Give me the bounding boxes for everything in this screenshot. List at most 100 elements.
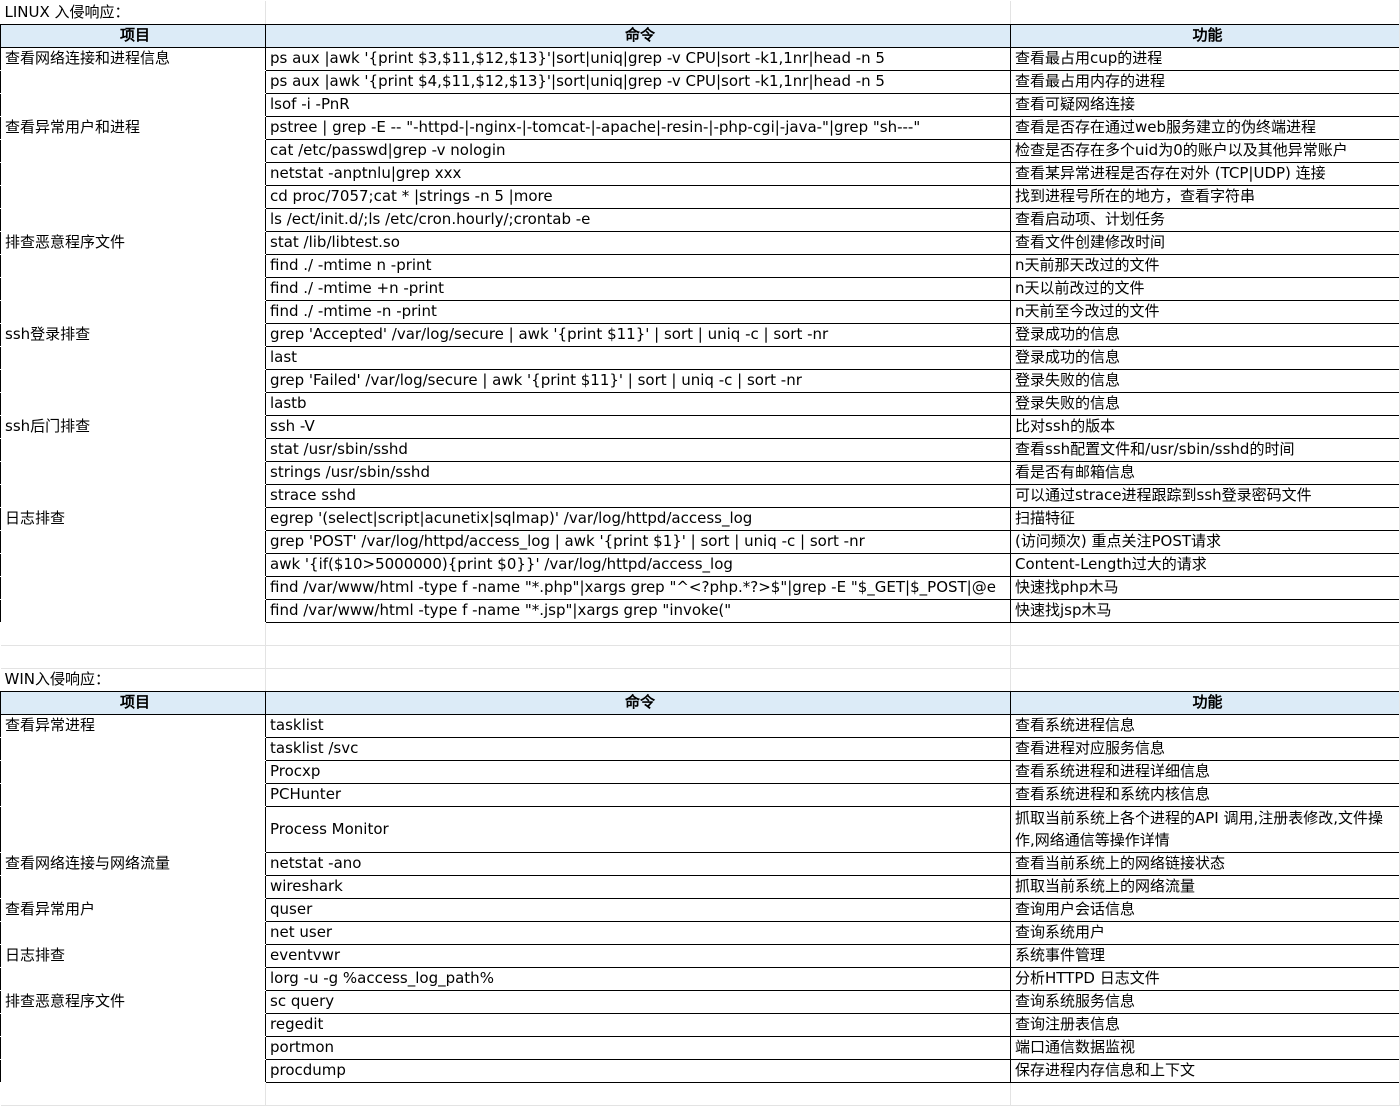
item-cell bbox=[1, 162, 266, 185]
table-row: grep 'POST' /var/log/httpd/access_log | … bbox=[1, 530, 1400, 553]
item-cell bbox=[1, 530, 266, 553]
item-cell bbox=[1, 300, 266, 323]
function-cell: Content-Length过大的请求 bbox=[1011, 553, 1400, 576]
table-row: ssh登录排查grep 'Accepted' /var/log/secure |… bbox=[1, 323, 1400, 346]
function-cell: 查看最占用内存的进程 bbox=[1011, 70, 1400, 93]
table-row: find ./ -mtime -n -printn天前至今改过的文件 bbox=[1, 300, 1400, 323]
table-row: lastb登录失败的信息 bbox=[1, 392, 1400, 415]
item-cell bbox=[1, 783, 266, 806]
command-cell: cd proc/7057;cat * |strings -n 5 |more bbox=[266, 185, 1011, 208]
win-section-title: WIN入侵响应： bbox=[1, 668, 266, 691]
item-cell: 排查恶意程序文件 bbox=[1, 231, 266, 254]
item-cell bbox=[1, 576, 266, 599]
command-cell: stat /usr/sbin/sshd bbox=[266, 438, 1011, 461]
header-command: 命令 bbox=[266, 691, 1011, 714]
function-cell: 查看最占用cup的进程 bbox=[1011, 47, 1400, 70]
command-cell: ssh -V bbox=[266, 415, 1011, 438]
table-row: last登录成功的信息 bbox=[1, 346, 1400, 369]
empty-row bbox=[1, 622, 1400, 645]
table-row: ls /ect/init.d/;ls /etc/cron.hourly/;cro… bbox=[1, 208, 1400, 231]
function-cell: 找到进程号所在的地方，查看字符串 bbox=[1011, 185, 1400, 208]
table-row: strace sshd可以通过strace进程跟踪到ssh登录密码文件 bbox=[1, 484, 1400, 507]
function-cell: (访问频次) 重点关注POST请求 bbox=[1011, 530, 1400, 553]
function-cell: 登录成功的信息 bbox=[1011, 346, 1400, 369]
item-cell: 日志排查 bbox=[1, 944, 266, 967]
item-cell bbox=[1, 392, 266, 415]
command-cell: find /var/www/html -type f -name "*.php"… bbox=[266, 576, 1011, 599]
table-row: net user查询系统用户 bbox=[1, 921, 1400, 944]
command-cell: lastb bbox=[266, 392, 1011, 415]
item-cell bbox=[1, 346, 266, 369]
function-cell: 查看系统进程信息 bbox=[1011, 714, 1400, 737]
command-cell: netstat -anptnlu|grep xxx bbox=[266, 162, 1011, 185]
table-row: tasklist /svc查看进程对应服务信息 bbox=[1, 737, 1400, 760]
header-item: 项目 bbox=[1, 24, 266, 47]
item-cell bbox=[1, 760, 266, 783]
function-cell: 分析HTTPD 日志文件 bbox=[1011, 967, 1400, 990]
win-table: WIN入侵响应： 项目 命令 功能 查看异常进程tasklist查看系统进程信息… bbox=[0, 668, 1400, 1106]
table-row: 查看异常进程tasklist查看系统进程信息 bbox=[1, 714, 1400, 737]
function-cell: 登录成功的信息 bbox=[1011, 323, 1400, 346]
item-cell bbox=[1, 438, 266, 461]
table-row: find /var/www/html -type f -name "*.jsp"… bbox=[1, 599, 1400, 622]
function-cell: 系统事件管理 bbox=[1011, 944, 1400, 967]
function-cell: n天前那天改过的文件 bbox=[1011, 254, 1400, 277]
item-cell: 查看网络连接与网络流量 bbox=[1, 852, 266, 875]
command-cell: portmon bbox=[266, 1036, 1011, 1059]
function-cell: 登录失败的信息 bbox=[1011, 392, 1400, 415]
item-cell bbox=[1, 185, 266, 208]
item-cell: 查看网络连接和进程信息 bbox=[1, 47, 266, 70]
table-row: find /var/www/html -type f -name "*.php"… bbox=[1, 576, 1400, 599]
command-cell: pstree | grep -E -- "-httpd-|-nginx-|-to… bbox=[266, 116, 1011, 139]
item-cell bbox=[1, 599, 266, 622]
command-cell: last bbox=[266, 346, 1011, 369]
command-cell: egrep '(select|script|acunetix|sqlmap)' … bbox=[266, 507, 1011, 530]
item-cell: 查看异常用户和进程 bbox=[1, 116, 266, 139]
command-cell: wireshark bbox=[266, 875, 1011, 898]
function-cell: 看是否有邮箱信息 bbox=[1011, 461, 1400, 484]
function-cell: 可以通过strace进程跟踪到ssh登录密码文件 bbox=[1011, 484, 1400, 507]
function-cell: 检查是否存在多个uid为0的账户以及其他异常账户 bbox=[1011, 139, 1400, 162]
command-cell: procdump bbox=[266, 1059, 1011, 1082]
linux-header-row: 项目 命令 功能 bbox=[1, 24, 1400, 47]
item-cell bbox=[1, 806, 266, 852]
item-cell: 查看异常用户 bbox=[1, 898, 266, 921]
command-cell: find ./ -mtime +n -print bbox=[266, 277, 1011, 300]
function-cell: 保存进程内存信息和上下文 bbox=[1011, 1059, 1400, 1082]
item-cell bbox=[1, 875, 266, 898]
function-cell: 查询注册表信息 bbox=[1011, 1013, 1400, 1036]
command-cell: eventvwr bbox=[266, 944, 1011, 967]
table-row: 查看异常用户和进程pstree | grep -E -- "-httpd-|-n… bbox=[1, 116, 1400, 139]
function-cell: 查询系统服务信息 bbox=[1011, 990, 1400, 1013]
command-cell: tasklist /svc bbox=[266, 737, 1011, 760]
function-cell: 快速找jsp木马 bbox=[1011, 599, 1400, 622]
command-cell: grep 'Accepted' /var/log/secure | awk '{… bbox=[266, 323, 1011, 346]
command-cell: find ./ -mtime -n -print bbox=[266, 300, 1011, 323]
command-cell: strace sshd bbox=[266, 484, 1011, 507]
function-cell: 查看可疑网络连接 bbox=[1011, 93, 1400, 116]
command-cell: find ./ -mtime n -print bbox=[266, 254, 1011, 277]
item-cell bbox=[1, 254, 266, 277]
item-cell bbox=[1, 553, 266, 576]
function-cell: 查询系统用户 bbox=[1011, 921, 1400, 944]
table-row: 查看异常用户quser查询用户会话信息 bbox=[1, 898, 1400, 921]
item-cell bbox=[1, 369, 266, 392]
table-row: grep 'Failed' /var/log/secure | awk '{pr… bbox=[1, 369, 1400, 392]
function-cell: 查看系统进程和进程详细信息 bbox=[1011, 760, 1400, 783]
function-cell: 扫描特征 bbox=[1011, 507, 1400, 530]
item-cell bbox=[1, 208, 266, 231]
header-function: 功能 bbox=[1011, 24, 1400, 47]
command-cell: strings /usr/sbin/sshd bbox=[266, 461, 1011, 484]
item-cell bbox=[1, 70, 266, 93]
table-row: Procxp查看系统进程和进程详细信息 bbox=[1, 760, 1400, 783]
table-row: PCHunter查看系统进程和系统内核信息 bbox=[1, 783, 1400, 806]
command-cell: quser bbox=[266, 898, 1011, 921]
function-cell: 查看启动项、计划任务 bbox=[1011, 208, 1400, 231]
command-cell: awk '{if($10>5000000){print $0}}' /var/l… bbox=[266, 553, 1011, 576]
item-cell bbox=[1, 93, 266, 116]
header-command: 命令 bbox=[266, 24, 1011, 47]
command-cell: Procxp bbox=[266, 760, 1011, 783]
item-cell bbox=[1, 1036, 266, 1059]
function-cell: 查看进程对应服务信息 bbox=[1011, 737, 1400, 760]
function-cell: 查询用户会话信息 bbox=[1011, 898, 1400, 921]
